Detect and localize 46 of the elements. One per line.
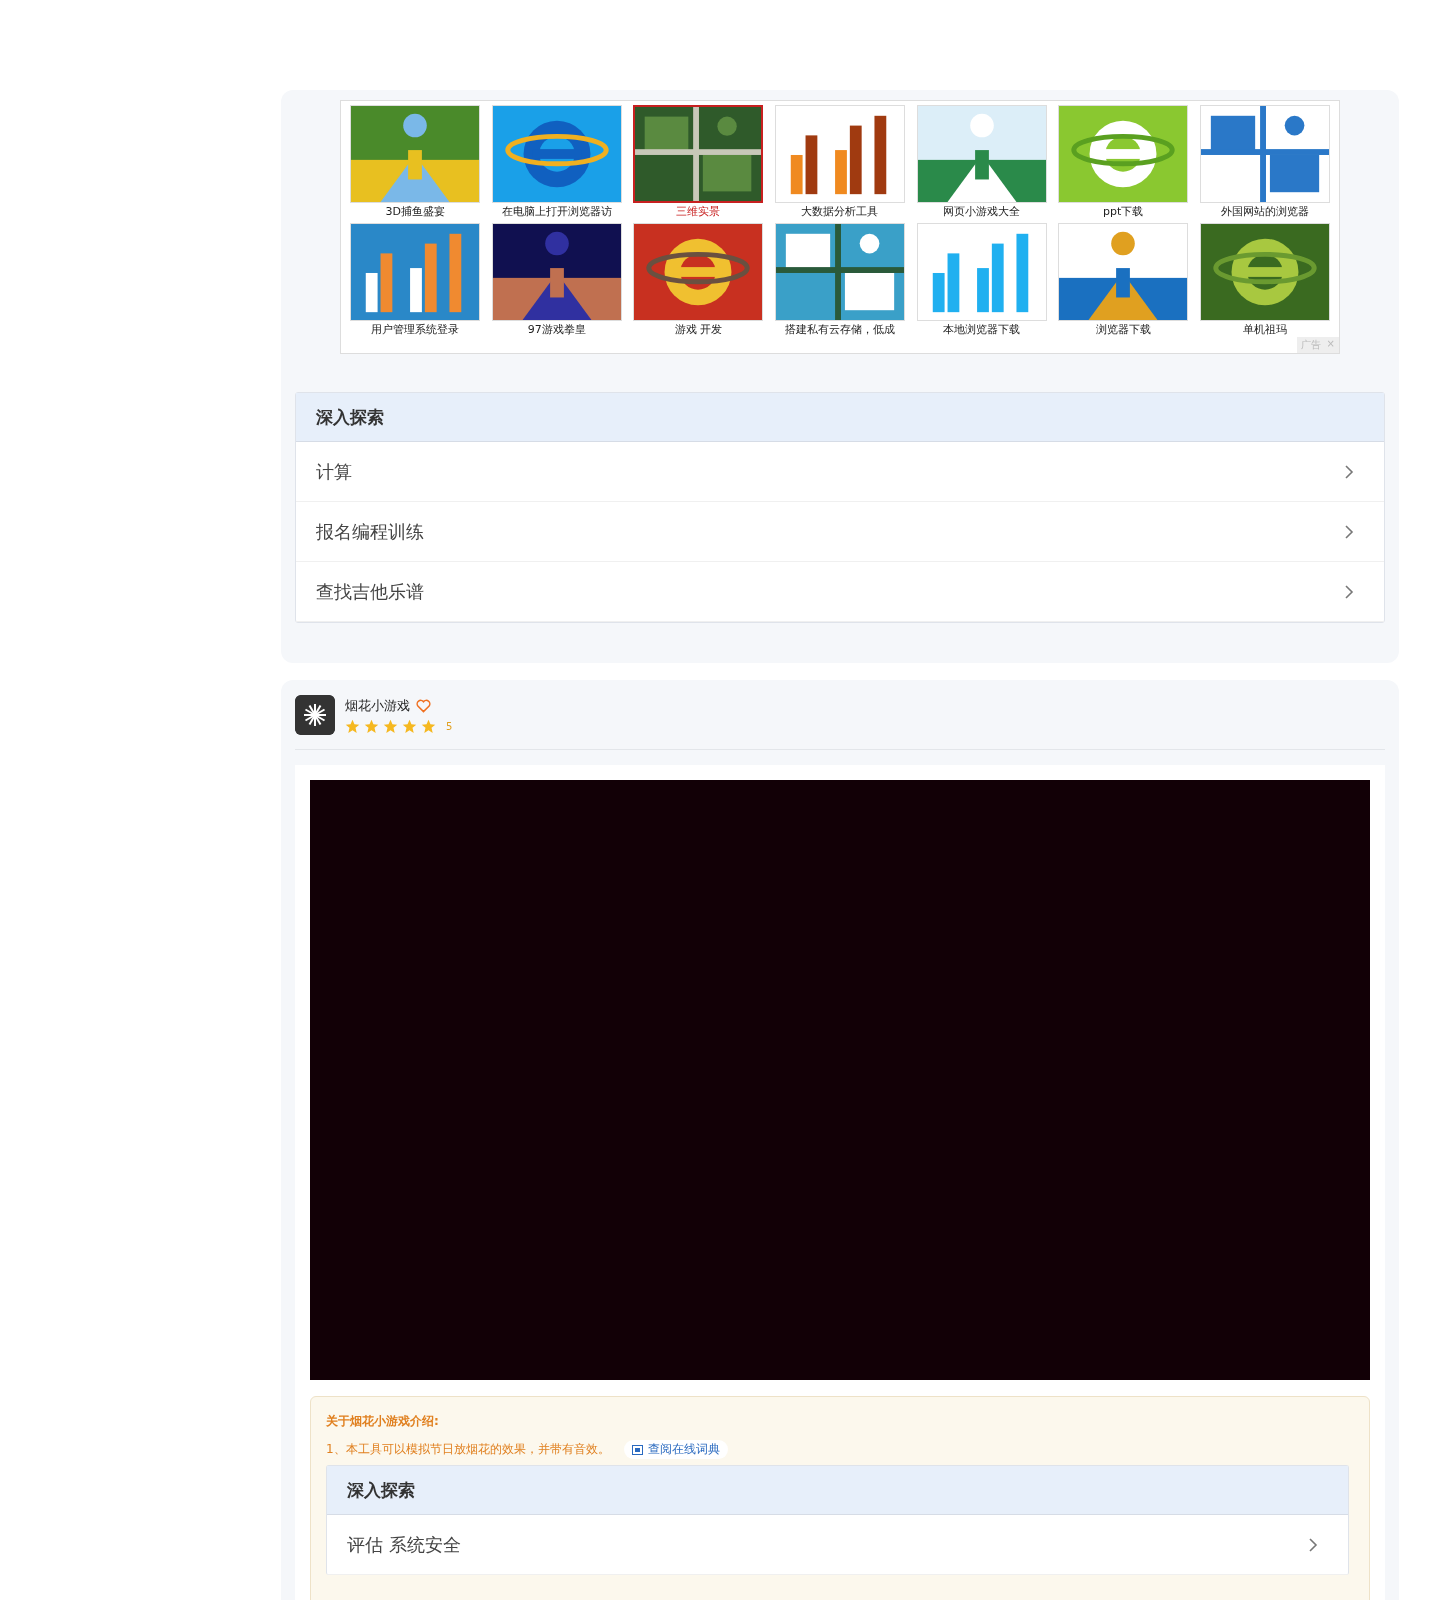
ad-tile[interactable]: 在电脑上打开浏览器访 [490,105,624,221]
ad-tile[interactable]: 本地浏览器下载 [915,223,1048,339]
chevron-right-icon [1344,523,1354,540]
tile-caption: 用户管理系统登录 [371,322,460,338]
tile-caption: 网页小游戏大全 [943,204,1021,220]
tile-caption: 浏览器下载 [1095,322,1151,338]
rating-value: 5 [446,720,453,732]
explore-link[interactable]: 报名编程训练 [296,502,1384,562]
dictionary-link[interactable]: 查阅在线词典 [623,1440,728,1459]
ad-tile[interactable]: 3D捕鱼盛宴 [349,105,482,221]
explore-link[interactable]: 查找吉他乐谱 [296,562,1384,622]
tile-caption: ppt下载 [1103,204,1144,220]
tile-caption: 搭建私有云存储，低成 [785,322,895,338]
ad-tile[interactable]: 单机祖玛 [1198,223,1331,339]
ad-tile[interactable]: 大数据分析工具 [773,105,907,221]
ad-tile[interactable]: 外国网站的浏览器 [1198,105,1331,221]
tile-caption: 本地浏览器下载 [943,322,1021,338]
intro-text: 1、本工具可以模拟节日放烟花的效果，并带有音效。 [326,1441,610,1458]
tile-caption: 大数据分析工具 [801,204,879,220]
tile-caption: 3D捕鱼盛宴 [385,204,445,220]
tile-caption: 97游戏拳皇 [527,322,586,338]
chevron-right-icon [1344,463,1354,480]
sparkle-icon [295,695,335,735]
tile-caption: 在电脑上打开浏览器访 [501,204,612,220]
ad-tile[interactable]: 游戏 开发 [632,223,765,339]
heart-icon[interactable] [416,698,431,713]
ad-tile[interactable]: 三维实景 [632,105,765,221]
ad-tile[interactable]: 用户管理系统登录 [349,223,482,339]
tile-caption: 单机祖玛 [1242,322,1287,338]
ad-tile[interactable]: ppt下载 [1056,105,1190,221]
panel-title: 深入探索 [327,1466,1348,1515]
explore-link[interactable]: 评估 系统安全 [327,1515,1348,1575]
tile-caption: 游戏 开发 [674,322,723,338]
ad-tile[interactable]: 搭建私有云存储，低成 [773,223,907,339]
ad-tile[interactable]: 97游戏拳皇 [490,223,624,339]
tile-caption: 外国网站的浏览器 [1220,204,1309,220]
chevron-right-icon [1308,1536,1318,1553]
book-icon [631,1444,643,1455]
explore-link[interactable]: 计算 [296,442,1384,502]
app-name: 烟花小游戏 [345,696,410,715]
panel-title: 深入探索 [296,393,1384,442]
tile-caption: 三维实景 [676,204,721,220]
ad-tile[interactable]: 浏览器下载 [1056,223,1190,339]
ad-tile[interactable]: 网页小游戏大全 [915,105,1048,221]
intro-title: 关于烟花小游戏介绍: [326,1413,440,1430]
chevron-right-icon [1344,583,1354,600]
